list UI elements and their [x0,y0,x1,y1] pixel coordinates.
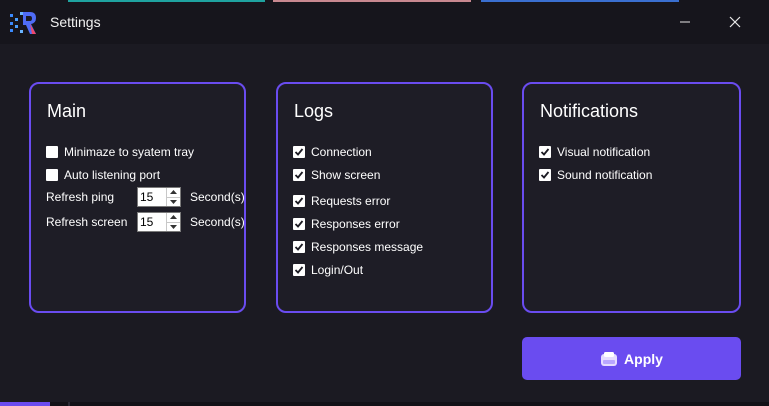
spin-up-button[interactable] [167,213,180,222]
refresh-screen-label: Refresh screen [46,215,128,229]
checkbox-label: Sound notification [557,168,653,182]
checkbox-label: Show screen [311,168,381,182]
checkbox-sound-notification[interactable]: Sound notification [539,167,652,183]
caret-up-icon [170,215,177,220]
checkmark-icon [540,171,550,179]
bottom-separator [68,402,70,406]
checkbox-box[interactable] [293,264,305,276]
refresh-screen-unit: Second(s) [190,215,245,229]
spin-down-button[interactable] [167,196,180,207]
checkbox-box[interactable] [293,195,305,207]
checkmark-icon [294,220,304,228]
checkbox-login-out[interactable]: Login/Out [293,262,363,278]
minimize-icon [680,21,690,23]
refresh-screen-row: Refresh screen 15 Second(s) [46,211,245,233]
checkbox-label: Responses error [311,217,400,231]
app-logo-icon [10,10,38,36]
checkbox-box[interactable] [293,218,305,230]
checkbox-box[interactable] [293,241,305,253]
checkbox-connection[interactable]: Connection [293,144,372,160]
checkbox-box[interactable] [293,169,305,181]
checkbox-minimize-to-tray[interactable]: Minimaze to syatem tray [46,144,194,160]
checkbox-box[interactable] [293,146,305,158]
panel-title-main: Main [47,101,87,121]
save-disk-icon [601,351,618,366]
spin-down-button[interactable] [167,221,180,232]
checkmark-icon [294,171,304,179]
checkbox-visual-notification[interactable]: Visual notification [539,144,650,160]
checkmark-icon [294,148,304,156]
refresh-ping-row: Refresh ping 15 Second(s) [46,186,245,208]
checkbox-box[interactable] [539,169,551,181]
checkbox-label: Connection [311,145,372,159]
window-title: Settings [50,14,101,30]
refresh-ping-label: Refresh ping [46,190,115,204]
checkbox-label: Auto listening port [64,168,161,182]
checkbox-auto-listening-port[interactable]: Auto listening port [46,167,160,183]
settings-window: Settings Main Minimaze to syatem tray Au… [0,0,769,406]
bottom-bar [0,402,769,406]
apply-button[interactable]: Apply [522,337,741,380]
main-settings-panel: Main Minimaze to syatem tray Auto listen… [29,82,246,313]
caret-down-icon [170,199,177,204]
minimize-button[interactable] [668,8,702,36]
checkbox-show-screen[interactable]: Show screen [293,167,380,183]
checkmark-icon [294,243,304,251]
checkbox-label: Responses message [311,240,424,254]
close-button[interactable] [718,8,752,36]
panel-title-logs: Logs [294,101,334,121]
refresh-ping-unit: Second(s) [190,190,245,204]
checkbox-label: Minimaze to syatem tray [64,145,195,159]
checkbox-responses-message[interactable]: Responses message [293,239,423,255]
checkbox-label: Requests error [311,194,391,208]
checkbox-label: Login/Out [311,263,364,277]
refresh-ping-value[interactable]: 15 [138,188,166,206]
checkbox-responses-error[interactable]: Responses error [293,216,400,232]
tab-strip-accent [68,0,265,2]
logs-settings-panel: Logs Connection Show screen Requests error… [276,82,493,313]
tab-strip-accent [273,0,471,2]
checkmark-icon [294,266,304,274]
close-icon [729,16,741,28]
checkbox-requests-error[interactable]: Requests error [293,193,390,209]
caret-up-icon [170,190,177,195]
checkbox-box[interactable] [46,169,58,181]
bottom-accent [0,402,50,406]
refresh-screen-stepper[interactable]: 15 [137,212,181,232]
checkbox-box[interactable] [46,146,58,158]
checkbox-box[interactable] [539,146,551,158]
title-bar[interactable]: Settings [0,0,769,44]
caret-down-icon [170,224,177,229]
tab-strip-accent [481,0,679,2]
refresh-ping-stepper[interactable]: 15 [137,187,181,207]
notifications-settings-panel: Notifications Visual notification Sound n… [522,82,741,313]
refresh-screen-value[interactable]: 15 [138,213,166,231]
spin-up-button[interactable] [167,188,180,197]
panel-title-notifications: Notifications [540,101,639,121]
checkmark-icon [294,197,304,205]
checkmark-icon [540,148,550,156]
checkbox-label: Visual notification [557,145,651,159]
apply-button-label: Apply [624,350,663,367]
